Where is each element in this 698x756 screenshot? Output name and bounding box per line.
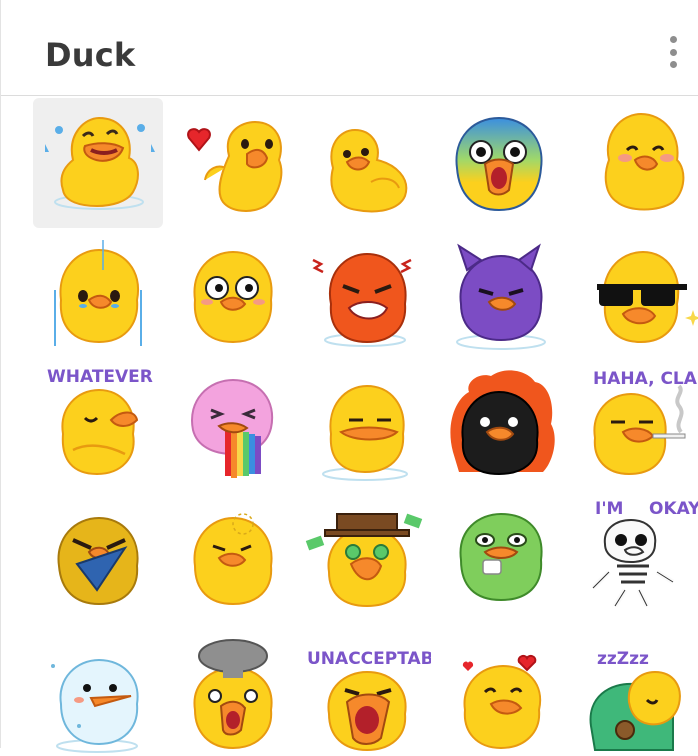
sticker[interactable] (435, 362, 565, 492)
sticker[interactable]: I'M OKAY (569, 494, 698, 624)
panel-header: Duck (1, 0, 698, 96)
sticker[interactable] (435, 626, 565, 756)
sunglasses-duck-icon (597, 250, 698, 344)
crying-laughing-duck-icon (45, 116, 155, 210)
kissing-duck-icon (462, 654, 542, 750)
sticker[interactable] (167, 626, 297, 756)
sticker[interactable]: HAHA, CLASSIC (569, 362, 698, 492)
unacceptable-duck-icon: UNACCEPTABLE (307, 649, 431, 752)
sticker-panel: Duck WHATEVER HAHA, CLA I'M OKAY UNACCEP… (0, 0, 698, 753)
snowman-duck-icon (51, 658, 139, 753)
sticker[interactable] (301, 98, 431, 228)
money-duck-icon (305, 513, 423, 608)
heart-duck-icon (187, 120, 283, 212)
sticker[interactable] (33, 230, 163, 360)
sticker[interactable]: WHATEVER (33, 362, 163, 492)
more-options-icon[interactable] (657, 32, 689, 72)
sticker[interactable] (301, 362, 431, 492)
thinking-duck-icon (193, 513, 273, 606)
sticker[interactable]: UNACCEPTABLE (301, 626, 431, 756)
devil-duck-icon (456, 243, 546, 350)
pepe-duck-icon (459, 512, 543, 602)
sticker-caption: OKAY (649, 499, 698, 519)
sticker-caption: WHATEVER (47, 367, 153, 387)
sticker[interactable] (301, 494, 431, 624)
sticker-caption: UNACCEPTABLE (307, 649, 431, 669)
panel-title: Duck (45, 36, 136, 74)
rainbow-vomit-duck-icon (191, 378, 274, 478)
sticker[interactable] (435, 494, 565, 624)
sticker[interactable] (33, 626, 163, 756)
wide-eyed-duck-icon (193, 250, 273, 344)
sticker[interactable] (33, 494, 163, 624)
crying-duck-icon (54, 240, 142, 346)
unimpressed-duck-icon (322, 384, 408, 481)
sticker[interactable] (301, 230, 431, 360)
sticker[interactable] (569, 230, 698, 360)
lounging-duck-icon (330, 128, 408, 213)
sticker-caption: zzZzz (597, 649, 649, 669)
mind-blown-duck-icon (193, 639, 273, 750)
skeleton-duck-icon: I'M OKAY (591, 499, 698, 608)
sleeping-duck-icon: zzZzz (589, 649, 681, 751)
smoking-duck-icon: HAHA, CLASSIC (593, 369, 698, 476)
blushing-duck-icon (604, 112, 685, 211)
whatever-duck-icon: WHATEVER (47, 367, 153, 476)
sticker-grid: WHATEVER HAHA, CLA I'M OKAY UNACCEPTAB z… (33, 98, 698, 756)
angry-red-duck-icon (312, 252, 412, 347)
sticker[interactable] (33, 98, 163, 228)
sticker[interactable] (167, 494, 297, 624)
fire-black-duck-icon (450, 370, 555, 476)
sticker-caption: HAHA, CLASSIC (593, 369, 698, 389)
sticker[interactable] (167, 362, 297, 492)
knife-duck-icon (57, 516, 139, 606)
sticker[interactable]: zzZzz (569, 626, 698, 756)
sticker[interactable] (435, 230, 565, 360)
sticker[interactable] (435, 98, 565, 228)
sticker[interactable] (167, 230, 297, 360)
sticker-caption: I'M (595, 499, 623, 519)
sticker[interactable] (569, 98, 698, 228)
sticker[interactable] (167, 98, 297, 228)
shocked-duck-icon (455, 116, 543, 212)
